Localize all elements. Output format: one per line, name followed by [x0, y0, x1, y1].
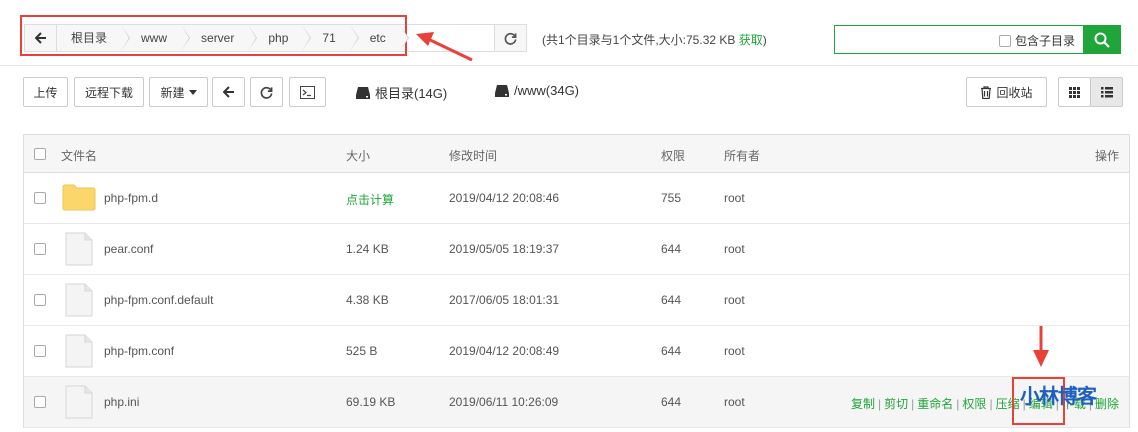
file-name[interactable]: pear.conf — [104, 242, 153, 256]
file-mtime: 2019/05/05 18:19:37 — [449, 242, 560, 256]
table-row[interactable]: php-fpm.conf.default 4.38 KB 2017/06/05 … — [24, 275, 1129, 326]
file-owner: root — [724, 395, 745, 409]
terminal-button[interactable] — [289, 77, 326, 107]
grid-view-button[interactable] — [1058, 77, 1091, 107]
file-icon — [65, 334, 93, 368]
table-row[interactable]: php-fpm.conf 525 B 2019/04/12 20:08:49 6… — [24, 326, 1129, 377]
row-checkbox[interactable] — [34, 243, 46, 255]
include-subdir-checkbox[interactable] — [998, 34, 1011, 47]
file-perm: 644 — [661, 344, 682, 358]
file-mtime: 2019/04/12 20:08:46 — [449, 191, 560, 205]
search-icon — [1094, 32, 1110, 48]
file-table: 文件名 大小 修改时间 权限 所有者 操作 php-fpm.d 点击计算 201… — [23, 134, 1130, 428]
file-name[interactable]: php-fpm.conf — [104, 344, 174, 358]
copy-action[interactable]: 复制 — [851, 397, 875, 411]
include-subdir-option[interactable]: 包含子目录 — [998, 32, 1075, 49]
disk-icon — [356, 86, 370, 99]
refresh-icon — [260, 86, 273, 99]
include-subdir-label: 包含子目录 — [1014, 34, 1075, 48]
file-owner: root — [724, 191, 745, 205]
row-checkbox[interactable] — [34, 396, 46, 408]
back-arrow-icon — [222, 86, 234, 98]
watermark: 小林博客 — [1020, 384, 1097, 408]
table-row[interactable]: pear.conf 1.24 KB 2019/05/05 18:19:37 64… — [24, 224, 1129, 275]
new-button[interactable]: 新建 — [149, 77, 208, 107]
recycle-bin-button[interactable]: 回收站 — [966, 77, 1047, 107]
file-perm: 755 — [661, 191, 682, 205]
file-name[interactable]: php.ini — [104, 395, 139, 409]
refresh-button[interactable] — [250, 77, 283, 107]
file-mtime: 2019/04/12 20:08:49 — [449, 344, 560, 358]
annotation-arrow-edit — [1033, 326, 1049, 367]
calc-size-link[interactable]: 点击计算 — [346, 191, 394, 208]
file-perm: 644 — [661, 293, 682, 307]
fetch-size-link[interactable]: 获取 — [739, 33, 763, 47]
rename-action[interactable]: 重命名 — [917, 397, 953, 411]
disk-www[interactable]: /www(34G) — [495, 83, 579, 98]
folder-icon — [62, 184, 96, 211]
recycle-bin-label: 回收站 — [996, 85, 1033, 100]
search-button[interactable] — [1083, 25, 1121, 54]
file-size: 525 B — [346, 344, 378, 358]
list-view-icon — [1100, 86, 1113, 97]
caret-down-icon — [188, 89, 197, 95]
disk-root[interactable]: 根目录(14G) — [356, 83, 447, 102]
select-all-checkbox[interactable] — [34, 148, 46, 160]
file-owner: root — [724, 344, 745, 358]
permission-action[interactable]: 权限 — [962, 397, 986, 411]
file-size: 1.24 KB — [346, 242, 389, 256]
back-button[interactable] — [212, 77, 245, 107]
dir-summary-text: (共1个目录与1个文件,大小:75.32 KB — [542, 33, 736, 47]
table-row[interactable]: php-fpm.d 点击计算 2019/04/12 20:08:46 755 r… — [24, 173, 1129, 224]
file-mtime: 2019/06/11 10:26:09 — [449, 395, 559, 409]
file-mtime: 2017/06/05 18:01:31 — [449, 293, 560, 307]
disk-icon — [495, 84, 509, 97]
trash-icon — [981, 85, 992, 99]
upload-button[interactable]: 上传 — [23, 77, 68, 107]
file-owner: root — [724, 242, 745, 256]
path-refresh-button[interactable] — [494, 24, 527, 52]
col-header-name[interactable]: 文件名 — [61, 147, 97, 164]
dir-summary-close: ) — [762, 33, 767, 47]
file-name[interactable]: php-fpm.d — [104, 191, 158, 205]
col-header-size[interactable]: 大小 — [346, 147, 370, 164]
dir-summary: (共1个目录与1个文件,大小:75.32 KB 获取) — [542, 31, 767, 48]
table-row[interactable]: php.ini 69.19 KB 2019/06/11 10:26:09 644… — [24, 377, 1129, 428]
col-header-ops: 操作 — [1094, 149, 1119, 163]
disk-root-label: 根目录(14G) — [375, 86, 448, 101]
file-owner: root — [724, 293, 745, 307]
col-header-mtime[interactable]: 修改时间 — [449, 147, 497, 164]
file-size: 69.19 KB — [346, 395, 396, 409]
cut-action[interactable]: 剪切 — [884, 397, 908, 411]
file-icon — [65, 232, 93, 266]
list-view-button[interactable] — [1090, 77, 1123, 107]
file-name[interactable]: php-fpm.conf.default — [104, 293, 213, 307]
search-input[interactable]: 包含子目录 — [834, 25, 1084, 54]
row-checkbox[interactable] — [34, 294, 46, 306]
row-checkbox[interactable] — [34, 345, 46, 357]
grid-view-icon — [1069, 86, 1080, 98]
disk-www-label: /www(34G) — [514, 83, 580, 98]
refresh-icon — [504, 32, 517, 45]
col-header-perm: 权限 — [661, 149, 686, 163]
file-size: 4.38 KB — [346, 293, 389, 307]
col-header-owner: 所有者 — [724, 149, 761, 163]
file-perm: 644 — [661, 242, 682, 256]
file-perm: 644 — [661, 395, 682, 409]
terminal-icon — [300, 85, 315, 99]
new-button-label: 新建 — [160, 85, 185, 100]
table-header: 文件名 大小 修改时间 权限 所有者 操作 — [24, 135, 1129, 173]
row-checkbox[interactable] — [34, 192, 46, 204]
file-icon — [65, 385, 93, 419]
annotation-arrow-path — [416, 32, 473, 62]
delete-action[interactable]: 删除 — [1095, 397, 1119, 411]
file-icon — [65, 283, 93, 317]
remote-download-button[interactable]: 远程下载 — [74, 77, 144, 107]
